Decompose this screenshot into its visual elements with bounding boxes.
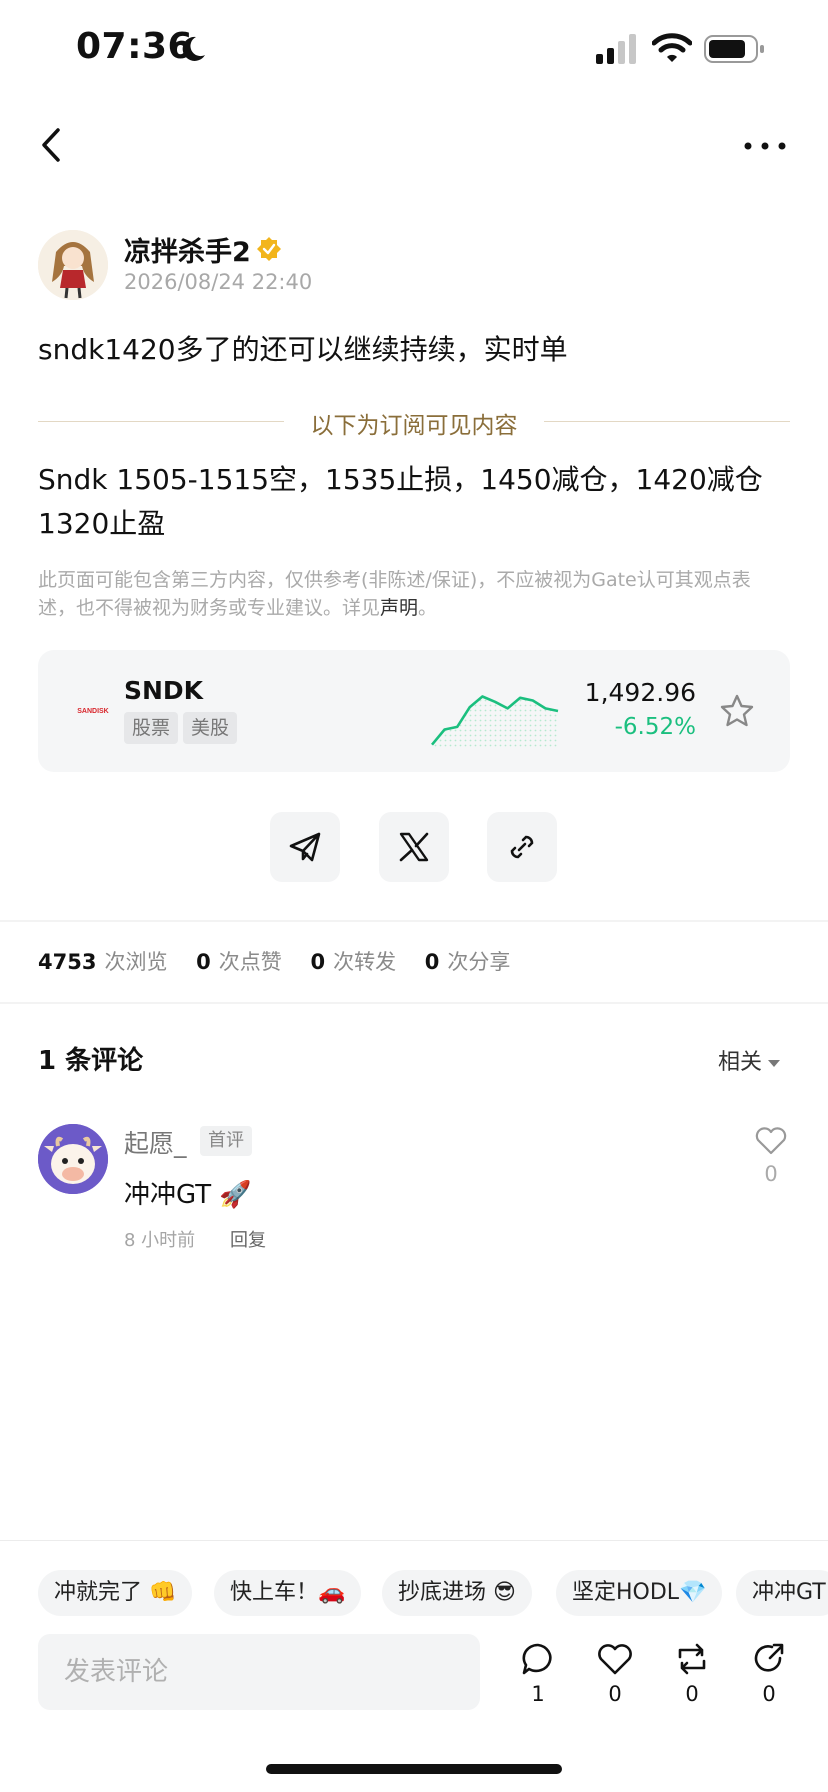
cow-avatar-icon: [38, 1124, 108, 1194]
section-divider: [0, 920, 828, 922]
quick-reply-chip[interactable]: 冲冲GT: [736, 1570, 828, 1616]
subscriber-line-2: 1320止盈: [38, 507, 166, 540]
stock-card[interactable]: SANDISK SNDK 股票 美股 1,492.96 -6.52%: [38, 650, 790, 772]
disclaimer: 此页面可能包含第三方内容，仅供参考(非陈述/保证)，不应被视为Gate认可其观点…: [38, 566, 778, 622]
comment-input[interactable]: 发表评论: [38, 1634, 480, 1710]
status-time: 07:36: [76, 26, 194, 67]
sort-label: 相关: [718, 1050, 763, 1075]
link-icon: [510, 835, 534, 859]
quick-reply-chip[interactable]: 抄底进场 😎: [382, 1570, 532, 1616]
repost-action[interactable]: 0: [668, 1640, 716, 1706]
comment-bubble-icon: [522, 1643, 552, 1675]
quick-reply-chip[interactable]: 快上车！🚗: [214, 1570, 362, 1616]
heart-icon: [598, 1644, 632, 1675]
share-link-button[interactable]: [487, 812, 557, 882]
shares-count: 0: [424, 950, 440, 974]
subscriber-line-1: Sndk 1505-1515空，1535止损，1450减仓，1420减仓: [38, 463, 763, 496]
home-indicator: [266, 1764, 562, 1774]
first-comment-badge: 首评: [200, 1126, 252, 1156]
disclaimer-end: 。: [418, 597, 438, 619]
comment-like-count: 0: [764, 1162, 778, 1186]
likes-count: 0: [196, 950, 211, 974]
stock-change: -6.52%: [614, 714, 696, 740]
post-timestamp: 2026/08/24 22:40: [124, 270, 313, 294]
views-count: 4753: [38, 950, 97, 974]
share-action[interactable]: 0: [745, 1640, 793, 1706]
moon-icon: [182, 36, 205, 61]
share-telegram-button[interactable]: [270, 812, 340, 882]
subscriber-divider: 以下为订阅可见内容: [38, 404, 790, 440]
sandisk-logo-icon: SANDISK: [77, 708, 109, 715]
stock-sparkline: [430, 695, 559, 748]
stock-tag-market: 美股: [183, 712, 238, 744]
wifi-icon: [652, 33, 692, 62]
comments-title: 1 条评论: [38, 1046, 144, 1076]
disclaimer-link[interactable]: 声明: [380, 597, 418, 619]
section-divider: [0, 1002, 828, 1004]
signal-icon: [596, 34, 636, 64]
quick-reply-chip[interactable]: 冲就完了 👊: [38, 1570, 193, 1616]
reposts-count: 0: [310, 950, 326, 974]
stock-tag-type: 股票: [124, 712, 179, 744]
commenter-avatar[interactable]: [38, 1124, 108, 1194]
likes-label: 次点赞: [218, 950, 282, 974]
back-button[interactable]: [34, 122, 70, 168]
favorite-star-icon[interactable]: [718, 692, 756, 730]
comments-action-count: 1: [531, 1682, 545, 1706]
reposts-label: 次转发: [333, 950, 397, 974]
status-bar: 07:36: [0, 0, 828, 100]
repost-action-count: 0: [685, 1682, 699, 1706]
subscriber-divider-label: 以下为订阅可见内容: [310, 413, 518, 439]
like-action[interactable]: 0: [591, 1640, 639, 1706]
comment-text: 冲冲GT 🚀: [124, 1180, 252, 1210]
share-x-button[interactable]: [379, 812, 449, 882]
telegram-icon: [289, 832, 321, 862]
like-action-count: 0: [608, 1682, 622, 1706]
author-avatar[interactable]: [38, 230, 108, 300]
heart-icon[interactable]: [754, 1126, 788, 1156]
anime-avatar-icon: [38, 230, 108, 300]
reply-button[interactable]: 回复: [230, 1226, 266, 1252]
repost-icon: [678, 1643, 706, 1675]
quick-reply-chip[interactable]: 坚定HODL💎: [556, 1570, 723, 1616]
post-text: sndk1420多了的还可以继续持续，实时单: [38, 333, 568, 366]
divider-line-right: [544, 421, 790, 422]
post-stats: 4753 次浏览 0 次点赞 0 次转发 0 次分享: [38, 946, 532, 976]
verified-badge-icon: [257, 237, 281, 261]
views-label: 次浏览: [104, 950, 168, 974]
author-name[interactable]: 凉拌杀手2: [124, 230, 251, 269]
battery-icon: [704, 35, 764, 63]
shares-label: 次分享: [447, 950, 511, 974]
stock-symbol: SNDK: [124, 676, 204, 705]
subscriber-content: Sndk 1505-1515空，1535止损，1450减仓，1420减仓 132…: [38, 458, 798, 546]
caret-down-icon: [768, 1059, 781, 1067]
comment-time: 8 小时前: [124, 1230, 196, 1251]
bottom-bar-divider: [0, 1540, 828, 1541]
commenter-name[interactable]: 起愿_: [124, 1124, 187, 1160]
stock-price: 1,492.96: [584, 678, 696, 707]
more-options-icon[interactable]: [740, 126, 790, 166]
x-icon: [399, 832, 429, 862]
comments-action[interactable]: 1: [514, 1640, 562, 1706]
share-action-count: 0: [762, 1682, 776, 1706]
stock-logo-text: SANDISK: [77, 708, 109, 715]
share-icon: [754, 1643, 784, 1672]
comment-sort-dropdown[interactable]: 相关: [718, 1044, 781, 1076]
